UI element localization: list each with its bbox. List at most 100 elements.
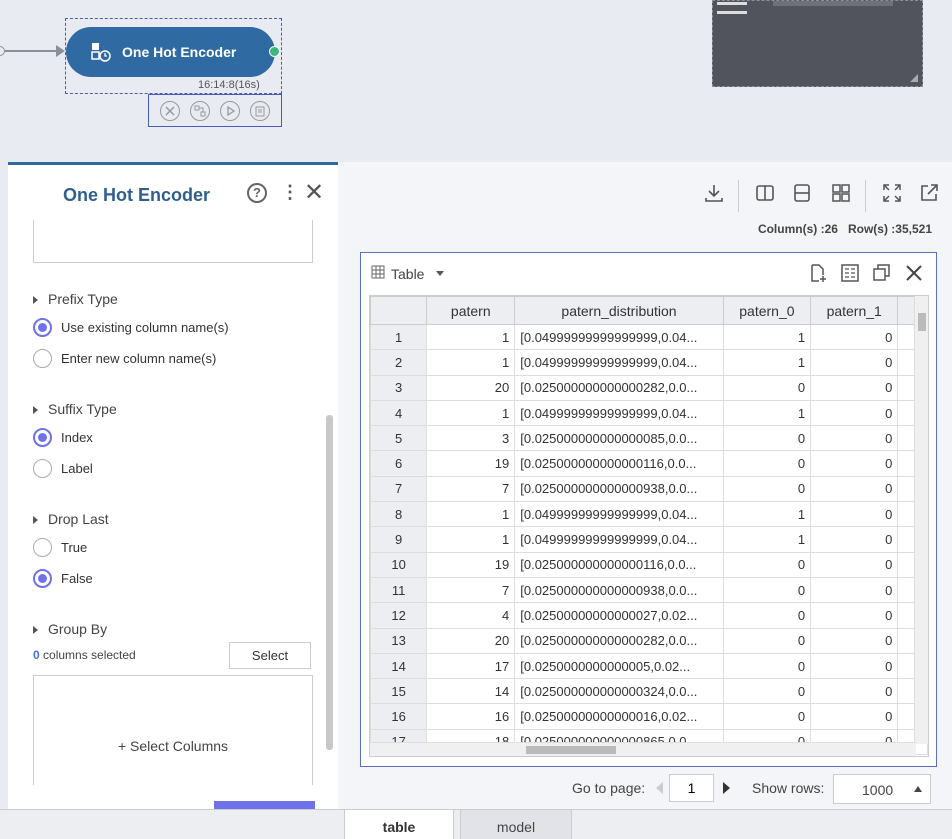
play-icon[interactable]: [220, 100, 240, 121]
table-row[interactable]: 10 19 [0.025000000000000116,0.0... 0 0: [370, 551, 928, 578]
table-cell[interactable]: 0: [810, 678, 899, 705]
table-cell[interactable]: 17: [426, 652, 516, 680]
table-row[interactable]: 7 7 [0.025000000000000938,0.0... 0 0: [370, 475, 928, 503]
panel-scrollbar[interactable]: [326, 415, 333, 750]
table-cell[interactable]: 1: [722, 399, 812, 427]
scrollbar-thumb[interactable]: [526, 746, 616, 754]
table-row[interactable]: 1 1 [0.04999999999999999,0.04... 1 0: [370, 323, 928, 351]
table-row[interactable]: 6 19 [0.025000000000000116,0.0... 0 0: [370, 450, 928, 477]
table-cell[interactable]: 0: [810, 374, 899, 401]
table-cell[interactable]: [0.04999999999999999,0.04...: [514, 526, 724, 553]
expand-icon[interactable]: [881, 182, 903, 204]
table-row[interactable]: 3 20 [0.025000000000000282,0.0... 0 0: [370, 374, 928, 401]
help-icon[interactable]: ?: [247, 183, 267, 203]
more-options-icon[interactable]: ⋮: [281, 182, 299, 203]
table-cell[interactable]: 0: [810, 323, 899, 351]
table-cell[interactable]: 1: [426, 501, 516, 528]
table-row[interactable]: 13 20 [0.025000000000000282,0.0... 0 0: [370, 627, 928, 654]
table-cell[interactable]: 0: [810, 602, 899, 629]
table-row[interactable]: 16 16 [0.02500000000000016,0.02... 0 0: [370, 703, 928, 730]
table-cell[interactable]: 0: [722, 576, 812, 604]
resize-grip-icon[interactable]: [910, 74, 918, 82]
column-header[interactable]: patern_0: [722, 296, 812, 325]
table-cell[interactable]: 0: [722, 678, 812, 705]
table-cell[interactable]: 1: [426, 323, 516, 351]
radio-button[interactable]: [33, 459, 52, 478]
table-cell[interactable]: 0: [810, 349, 899, 376]
radio-button[interactable]: [33, 538, 52, 557]
page-input[interactable]: [669, 774, 714, 802]
table-cell[interactable]: 0: [722, 602, 812, 629]
table-row[interactable]: 5 3 [0.025000000000000085,0.0... 0 0: [370, 425, 928, 452]
table-cell[interactable]: 0: [722, 627, 812, 654]
table-cell[interactable]: [0.025000000000000116,0.0...: [514, 551, 724, 578]
table-cell[interactable]: 0: [722, 652, 812, 680]
table-cell[interactable]: 1: [722, 323, 812, 351]
column-header[interactable]: patern_distribution: [514, 296, 724, 325]
table-cell[interactable]: 0: [810, 475, 899, 503]
table-cell[interactable]: 0: [722, 425, 812, 452]
column-settings-icon[interactable]: [840, 263, 860, 283]
prefix-type-title[interactable]: Prefix Type: [33, 291, 118, 307]
radio-button[interactable]: [33, 318, 52, 337]
table-cell[interactable]: 16: [426, 703, 516, 730]
table-row[interactable]: 9 1 [0.04999999999999999,0.04... 1 0: [370, 526, 928, 553]
table-row[interactable]: 15 14 [0.025000000000000324,0.0... 0 0: [370, 678, 928, 705]
next-page-icon[interactable]: [723, 782, 730, 794]
table-cell[interactable]: 0: [722, 475, 812, 503]
table-cell[interactable]: 14: [426, 678, 516, 705]
split-horizontal-icon[interactable]: [791, 182, 813, 204]
scrollbar-thumb[interactable]: [918, 313, 926, 331]
column-header[interactable]: patern: [426, 296, 516, 325]
radio-false[interactable]: False: [33, 569, 93, 588]
minimap[interactable]: [712, 0, 923, 87]
table-cell[interactable]: 7: [426, 576, 516, 604]
table-cell[interactable]: 0: [722, 374, 812, 401]
table-cell[interactable]: 0: [810, 425, 899, 452]
table-cell[interactable]: 4: [426, 602, 516, 629]
grid-view-icon[interactable]: [830, 182, 852, 204]
table-cell[interactable]: 1: [426, 526, 516, 553]
horizontal-scrollbar[interactable]: [370, 742, 916, 756]
select-button[interactable]: Select: [229, 642, 311, 669]
suffix-type-title[interactable]: Suffix Type: [33, 401, 117, 417]
table-cell[interactable]: 0: [810, 399, 899, 427]
table-cell[interactable]: 1: [722, 501, 812, 528]
table-cell[interactable]: 1: [426, 349, 516, 376]
table-row[interactable]: 11 7 [0.025000000000000938,0.0... 0 0: [370, 576, 928, 604]
copy-icon[interactable]: [872, 263, 892, 283]
table-cell[interactable]: 0: [722, 551, 812, 578]
table-row[interactable]: 14 17 [0.0250000000000005,0.02... 0 0: [370, 652, 928, 680]
table-cell[interactable]: 1: [722, 349, 812, 376]
tab-model[interactable]: model: [460, 810, 572, 839]
radio-true[interactable]: True: [33, 538, 87, 557]
radio-label-option[interactable]: Label: [33, 459, 93, 478]
open-external-icon[interactable]: [918, 182, 940, 204]
table-cell[interactable]: [0.04999999999999999,0.04...: [514, 349, 724, 376]
table-cell[interactable]: 1: [722, 526, 812, 553]
radio-button[interactable]: [33, 349, 52, 368]
radio-button[interactable]: [33, 428, 52, 447]
text-area[interactable]: [33, 220, 313, 263]
table-cell[interactable]: [0.025000000000000085,0.0...: [514, 425, 724, 452]
table-cell[interactable]: [0.025000000000000938,0.0...: [514, 576, 724, 604]
table-cell[interactable]: [0.025000000000000324,0.0...: [514, 678, 724, 705]
new-file-icon[interactable]: [808, 263, 828, 283]
tab-table[interactable]: table: [344, 810, 454, 839]
table-cell[interactable]: [0.02500000000000027,0.02...: [514, 602, 724, 629]
radio-use-existing[interactable]: Use existing column name(s): [33, 318, 229, 337]
vertical-scrollbar[interactable]: [914, 296, 928, 744]
select-columns-box[interactable]: + Select Columns: [33, 675, 313, 785]
close-icon[interactable]: [904, 263, 924, 283]
data-grid[interactable]: patern patern_distribution patern_0 pate…: [369, 295, 929, 757]
radio-button[interactable]: [33, 569, 52, 588]
table-cell[interactable]: [0.025000000000000116,0.0...: [514, 450, 724, 477]
table-cell[interactable]: [0.025000000000000938,0.0...: [514, 475, 724, 503]
table-cell[interactable]: 0: [810, 501, 899, 528]
table-cell[interactable]: 20: [426, 627, 516, 654]
table-cell[interactable]: [0.025000000000000282,0.0...: [514, 374, 724, 401]
table-cell[interactable]: [0.0250000000000005,0.02...: [514, 652, 724, 680]
branch-icon[interactable]: [190, 100, 210, 121]
table-row[interactable]: 2 1 [0.04999999999999999,0.04... 1 0: [370, 349, 928, 376]
table-cell[interactable]: 7: [426, 475, 516, 503]
